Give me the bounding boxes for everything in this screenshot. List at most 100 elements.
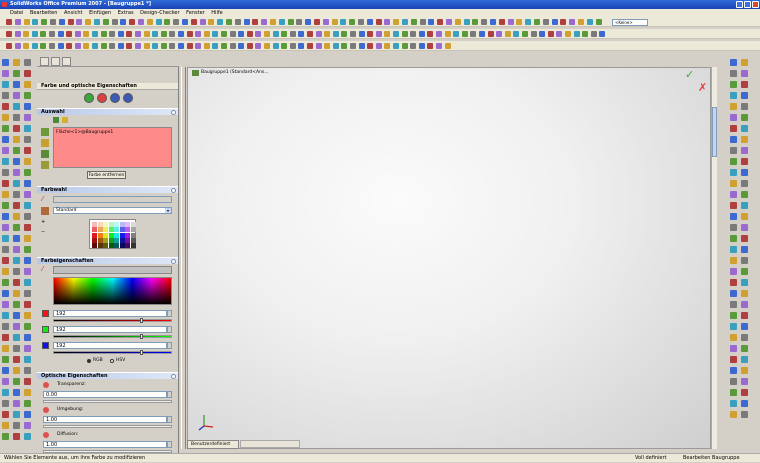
- side-tool-icon[interactable]: [2, 400, 9, 407]
- green-slider-thumb[interactable]: [140, 334, 143, 339]
- side-tool-icon[interactable]: [13, 367, 20, 374]
- side-tool-icon[interactable]: [13, 158, 20, 165]
- toolbar-tool-icon[interactable]: [178, 43, 184, 49]
- rgb-radio[interactable]: [87, 359, 91, 363]
- side-tool-icon[interactable]: [24, 202, 31, 209]
- toolbar-tool-icon[interactable]: [49, 43, 55, 49]
- color-swatch[interactable]: [119, 227, 125, 233]
- toolbar-tool-icon[interactable]: [143, 31, 150, 37]
- side-tool-icon[interactable]: [730, 202, 737, 209]
- toolbar-tool-icon[interactable]: [169, 31, 176, 37]
- toolbar-tool-icon[interactable]: [582, 31, 589, 37]
- toolbar-tool-icon[interactable]: [384, 43, 391, 49]
- selection-list-item[interactable]: Fläche<1>@Baugruppe1: [56, 130, 113, 135]
- toolbar-tool-icon[interactable]: [14, 31, 21, 37]
- horizontal-scrollbar[interactable]: [240, 440, 300, 448]
- eyedropper-icon[interactable]: ⁄: [42, 196, 49, 203]
- side-tool-icon[interactable]: [2, 180, 9, 187]
- color-swatch[interactable]: [125, 222, 130, 227]
- toolbar-tool-icon[interactable]: [393, 19, 400, 25]
- menu-design-checker[interactable]: Design-Checker: [140, 10, 179, 16]
- side-tool-icon[interactable]: [2, 147, 9, 154]
- side-tool-icon[interactable]: [13, 235, 20, 242]
- side-tool-icon[interactable]: [730, 378, 737, 385]
- side-tool-icon[interactable]: [741, 268, 748, 275]
- layer-select[interactable]: <Keine>: [612, 19, 648, 26]
- side-tool-icon[interactable]: [741, 81, 748, 88]
- color-swatch[interactable]: [103, 243, 108, 249]
- toolbar-tool-icon[interactable]: [120, 19, 127, 25]
- collapse-icon[interactable]: [171, 110, 176, 115]
- side-tool-icon[interactable]: [741, 114, 748, 121]
- side-tool-icon[interactable]: [13, 290, 20, 297]
- toolbar-tool-icon[interactable]: [307, 43, 313, 49]
- toolbar-tool-icon[interactable]: [436, 43, 442, 49]
- side-tool-icon[interactable]: [24, 378, 31, 385]
- toolbar-tool-icon[interactable]: [490, 19, 496, 25]
- color-swatch[interactable]: [108, 232, 114, 238]
- toolbar-tool-icon[interactable]: [221, 31, 227, 37]
- diffuse-spinner[interactable]: [167, 441, 172, 448]
- toolbar-tool-icon[interactable]: [41, 19, 48, 25]
- side-tool-icon[interactable]: [24, 147, 31, 154]
- menu-window[interactable]: Fenster: [186, 10, 205, 16]
- menu-edit[interactable]: Bearbeiten: [30, 10, 57, 16]
- color-swatch[interactable]: [108, 222, 114, 227]
- menu-file[interactable]: Datei: [10, 10, 23, 16]
- side-tool-icon[interactable]: [730, 246, 737, 253]
- side-tool-icon[interactable]: [13, 356, 20, 363]
- side-tool-icon[interactable]: [2, 158, 9, 165]
- toolbar-tool-icon[interactable]: [298, 31, 305, 37]
- toolbar-tool-icon[interactable]: [322, 19, 329, 25]
- toolbar-tool-icon[interactable]: [31, 43, 38, 49]
- toolbar-tool-icon[interactable]: [444, 31, 451, 37]
- filter-component-icon[interactable]: [41, 161, 49, 169]
- toolbar-tool-icon[interactable]: [229, 43, 236, 49]
- side-tool-icon[interactable]: [2, 290, 9, 297]
- side-tool-icon[interactable]: [2, 59, 9, 66]
- color-swatch[interactable]: [103, 227, 108, 233]
- side-tool-icon[interactable]: [741, 147, 748, 154]
- ambient-field[interactable]: [43, 416, 167, 423]
- toolbar-tool-icon[interactable]: [560, 19, 567, 25]
- toolbar-tool-icon[interactable]: [40, 43, 47, 49]
- color-swatch[interactable]: [114, 232, 119, 238]
- toolbar-tool-icon[interactable]: [264, 43, 270, 49]
- side-tool-icon[interactable]: [730, 158, 737, 165]
- side-tool-icon[interactable]: [24, 114, 31, 121]
- toolbar-tool-icon[interactable]: [243, 19, 250, 25]
- collapse-icon[interactable]: [171, 188, 176, 193]
- color-swatch[interactable]: [103, 232, 108, 238]
- toolbar-tool-icon[interactable]: [169, 43, 176, 49]
- blue-slider-thumb[interactable]: [140, 350, 143, 355]
- toolbar-tool-icon[interactable]: [100, 43, 107, 49]
- selection-header[interactable]: Auswahl: [37, 108, 178, 115]
- toolbar-tool-icon[interactable]: [160, 31, 167, 37]
- toolbar-tool-icon[interactable]: [67, 19, 74, 25]
- toolbar-tool-icon[interactable]: [305, 19, 312, 25]
- color-swatch[interactable]: [119, 222, 125, 227]
- side-tool-icon[interactable]: [24, 103, 31, 110]
- toolbar-tool-icon[interactable]: [94, 19, 100, 25]
- color-swatch[interactable]: [108, 237, 114, 243]
- toolbar-tool-icon[interactable]: [23, 43, 30, 49]
- toolbar-tool-icon[interactable]: [138, 19, 144, 25]
- side-tool-icon[interactable]: [13, 147, 20, 154]
- toolbar-tool-icon[interactable]: [66, 31, 73, 37]
- toolbar-tool-icon[interactable]: [164, 19, 171, 25]
- red-slider-thumb[interactable]: [140, 318, 143, 323]
- toolbar-tool-icon[interactable]: [522, 31, 528, 37]
- side-tool-icon[interactable]: [730, 114, 737, 121]
- side-tool-icon[interactable]: [741, 411, 748, 418]
- toolbar-tool-icon[interactable]: [315, 31, 322, 37]
- side-tool-icon[interactable]: [730, 147, 737, 154]
- side-tool-icon[interactable]: [2, 202, 9, 209]
- toolbar-tool-icon[interactable]: [146, 19, 153, 25]
- toolbar-tool-icon[interactable]: [264, 31, 270, 37]
- toolbar-tool-icon[interactable]: [57, 43, 64, 49]
- side-tool-icon[interactable]: [741, 180, 748, 187]
- side-tool-icon[interactable]: [741, 246, 748, 253]
- toolbar-tool-icon[interactable]: [160, 43, 167, 49]
- side-tool-icon[interactable]: [2, 224, 9, 231]
- hsv-radio[interactable]: [110, 359, 114, 363]
